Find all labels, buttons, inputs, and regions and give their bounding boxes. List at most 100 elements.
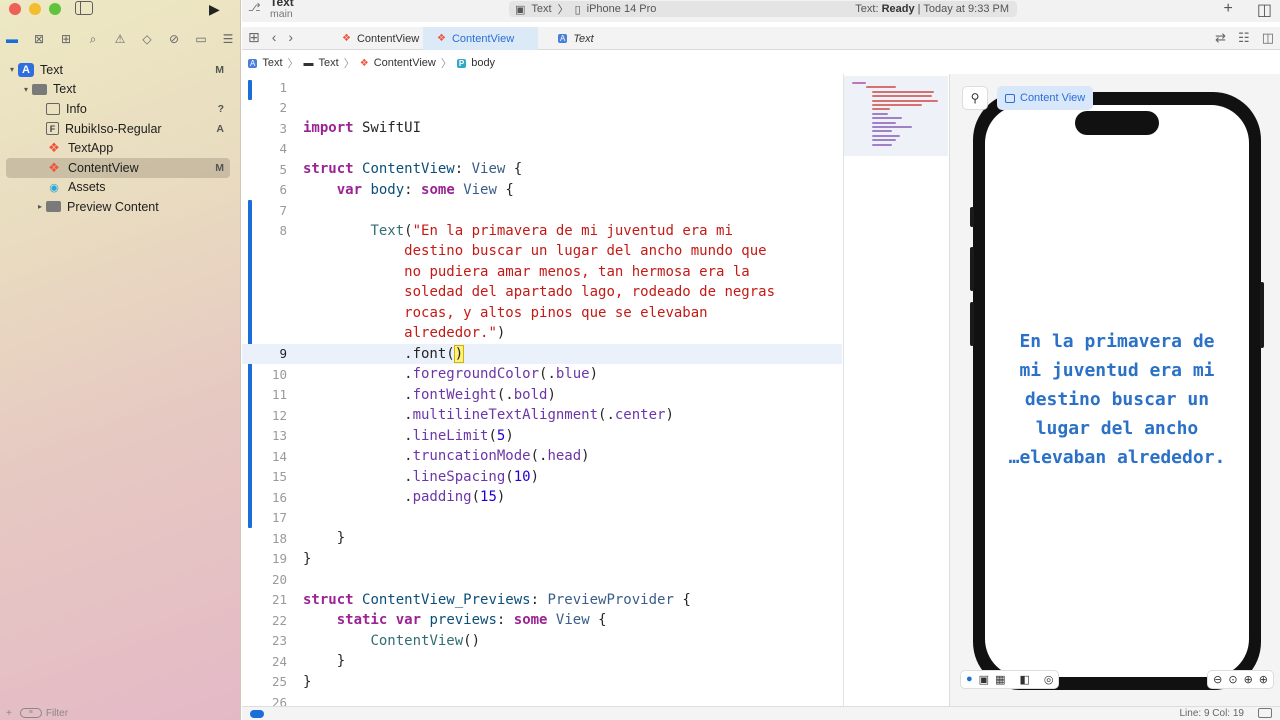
zoom-in-icon[interactable]: ⊕ bbox=[1259, 673, 1268, 686]
find-navigator-icon[interactable]: ⌕ bbox=[85, 31, 101, 47]
issue-navigator-icon[interactable]: ⚠ bbox=[112, 31, 128, 47]
refresh-icon[interactable]: ⇄ bbox=[1215, 30, 1226, 46]
minimize-window-button[interactable] bbox=[29, 3, 41, 15]
sidebar-item-text[interactable]: ▾ A Text M bbox=[6, 60, 230, 80]
minimap-viewport[interactable] bbox=[844, 76, 948, 156]
sidebar-item-rubikiso-regular[interactable]: F RubikIso-Regular A bbox=[6, 119, 230, 139]
filter-options-icon[interactable]: ≡ bbox=[19, 708, 42, 718]
editor-tab-bar: ⊞ ‹ › ❖ ContentView ❖ ContentView A Text… bbox=[242, 27, 1280, 50]
panel-toggle-icon[interactable] bbox=[1258, 708, 1272, 718]
split-editor-icon[interactable]: ◫ bbox=[1262, 30, 1274, 46]
current-code-line[interactable]: 9 .font() bbox=[242, 343, 842, 364]
pin-icon[interactable]: ⚲ bbox=[962, 86, 988, 110]
source-editor[interactable]: 1 2 3 import SwiftUI 4 5 struct ContentView: V… bbox=[242, 74, 842, 714]
tab-text-preview[interactable]: A Text bbox=[544, 27, 624, 50]
inspector-toggle-icon[interactable]: ◫ bbox=[1257, 0, 1272, 20]
minimap[interactable] bbox=[843, 74, 948, 714]
selectable-mode-icon[interactable]: ▣ bbox=[979, 673, 989, 686]
debug-navigator-icon[interactable]: ⊘ bbox=[166, 31, 182, 47]
code-line[interactable]: 10 .foregroundColor(.blue) bbox=[242, 364, 842, 385]
sidebar-item-preview-content[interactable]: ▸ Preview Content bbox=[6, 197, 230, 217]
code-line[interactable]: 20 bbox=[242, 569, 842, 590]
zoom-window-button[interactable] bbox=[49, 3, 61, 15]
sidebar-item-contentview[interactable]: ❖ ContentView M bbox=[6, 157, 230, 178]
breadcrumb-project[interactable]: Text bbox=[262, 57, 282, 69]
code-line[interactable]: 12 .multilineTextAlignment(.center) bbox=[242, 405, 842, 426]
close-window-button[interactable] bbox=[9, 3, 21, 15]
scheme-selector[interactable]: ▣ Text 〉 ▯ iPhone 14 Pro bbox=[515, 1, 656, 17]
code-line[interactable]: 25} bbox=[242, 672, 842, 693]
code-line[interactable]: 1 bbox=[242, 77, 842, 98]
code-line[interactable]: 4 bbox=[242, 139, 842, 160]
breadcrumb-file[interactable]: ContentView bbox=[374, 57, 436, 69]
zoom-100-icon[interactable]: ⊕ bbox=[1244, 673, 1253, 686]
source-control-navigator-icon[interactable]: ⊠ bbox=[31, 31, 47, 47]
forward-icon[interactable]: › bbox=[288, 29, 293, 46]
test-navigator-icon[interactable]: ◇ bbox=[139, 31, 155, 47]
code-line[interactable]: 17 bbox=[242, 508, 842, 529]
add-library-icon[interactable]: + bbox=[1224, 0, 1233, 20]
tab-contentview-active[interactable]: ❖ ContentView bbox=[423, 27, 538, 50]
disclosure-chevron-icon[interactable]: ▾ bbox=[20, 85, 32, 94]
code-line[interactable]: alrededor.") bbox=[242, 323, 842, 344]
code-line[interactable]: rocas, y altos pinos que se elevaban bbox=[242, 303, 842, 324]
run-destination[interactable]: iPhone 14 Pro bbox=[587, 3, 657, 15]
editor-options-icon[interactable]: ☷ bbox=[1238, 30, 1250, 46]
code-line[interactable]: 5 struct ContentView: View { bbox=[242, 159, 842, 180]
tab-contentview[interactable]: ❖ ContentView bbox=[328, 27, 423, 50]
disclosure-chevron-icon[interactable]: ▾ bbox=[6, 65, 18, 74]
breakpoint-navigator-icon[interactable]: ▭ bbox=[193, 31, 209, 47]
code-line[interactable]: 19} bbox=[242, 549, 842, 570]
code-line[interactable]: 6 var body: some View { bbox=[242, 180, 842, 201]
breadcrumb-symbol[interactable]: body bbox=[471, 57, 495, 69]
sidebar-item-textapp[interactable]: ❖ TextApp bbox=[6, 138, 230, 158]
device-settings-icon[interactable]: ◧ bbox=[1019, 673, 1029, 686]
report-navigator-icon[interactable]: ☰ bbox=[220, 31, 236, 47]
code-line[interactable]: 23 ContentView() bbox=[242, 631, 842, 652]
code-line[interactable]: 11 .fontWeight(.bold) bbox=[242, 385, 842, 406]
breadcrumb-folder[interactable]: Text bbox=[319, 57, 339, 69]
live-preview-icon[interactable]: ● bbox=[966, 673, 973, 685]
zoom-fit-icon[interactable]: ⊙ bbox=[1228, 673, 1237, 686]
code-line[interactable]: no pudiera amar menos, tan hermosa era l… bbox=[242, 262, 842, 283]
code-line[interactable]: 18 } bbox=[242, 528, 842, 549]
project-navigator-icon[interactable]: ▬ bbox=[4, 31, 20, 47]
code-line[interactable]: 7 bbox=[242, 200, 842, 221]
run-button[interactable]: ▶ bbox=[209, 1, 220, 18]
sidebar-item-text[interactable]: ▾ Text bbox=[6, 80, 230, 100]
zoom-out-icon[interactable]: ⊖ bbox=[1213, 673, 1222, 686]
code-line[interactable]: 16 .padding(15) bbox=[242, 487, 842, 508]
filter-field[interactable]: ≡ Filter bbox=[19, 707, 69, 719]
filter-placeholder: Filter bbox=[45, 707, 69, 719]
code-line[interactable]: 21 struct ContentView_Previews: PreviewPr… bbox=[242, 590, 842, 611]
disclosure-chevron-icon[interactable]: ▸ bbox=[34, 202, 46, 211]
code-line[interactable]: 22 static var previews: some View { bbox=[242, 610, 842, 631]
line-number: 14 bbox=[271, 448, 287, 464]
sidebar-item-assets[interactable]: ◉ Assets bbox=[6, 178, 230, 198]
cursor-position: Line: 9 Col: 19 bbox=[1179, 708, 1245, 719]
orientation-icon[interactable]: ◎ bbox=[1044, 673, 1054, 686]
code-line[interactable]: 14 .truncationMode(.head) bbox=[242, 446, 842, 467]
sidebar-toggle-icon[interactable] bbox=[75, 1, 93, 15]
code-line[interactable]: 13 .lineLimit(5) bbox=[242, 426, 842, 447]
sidebar-item-info[interactable]: Info? bbox=[6, 99, 230, 119]
code-line[interactable]: 2 bbox=[242, 98, 842, 119]
folder-icon bbox=[46, 201, 61, 213]
code-line[interactable]: 8 Text("En la primavera de mi juventud e… bbox=[242, 221, 842, 242]
code-line[interactable]: 3 import SwiftUI bbox=[242, 118, 842, 139]
add-file-icon[interactable]: + bbox=[6, 708, 12, 719]
line-number: 21 bbox=[271, 592, 287, 608]
code-line[interactable]: 24 } bbox=[242, 651, 842, 672]
back-icon[interactable]: ‹ bbox=[272, 29, 277, 46]
debug-area-toggle-icon[interactable] bbox=[250, 710, 264, 718]
code-line[interactable]: destino buscar un lugar del ancho mundo … bbox=[242, 241, 842, 262]
preview-chip[interactable]: Content View bbox=[997, 86, 1094, 110]
preview-text-line: …elevaban alrededor. bbox=[1008, 447, 1226, 468]
sidebar-item-label: Preview Content bbox=[67, 199, 159, 214]
sidebar-item-label: Info bbox=[66, 101, 87, 116]
code-line[interactable]: soledad del apartado lago, rodeado de ne… bbox=[242, 282, 842, 303]
symbol-navigator-icon[interactable]: ⊞ bbox=[58, 31, 74, 47]
code-line[interactable]: 15 .lineSpacing(10) bbox=[242, 467, 842, 488]
related-items-icon[interactable]: ⊞ bbox=[248, 29, 260, 46]
variants-icon[interactable]: ▦ bbox=[995, 673, 1005, 686]
